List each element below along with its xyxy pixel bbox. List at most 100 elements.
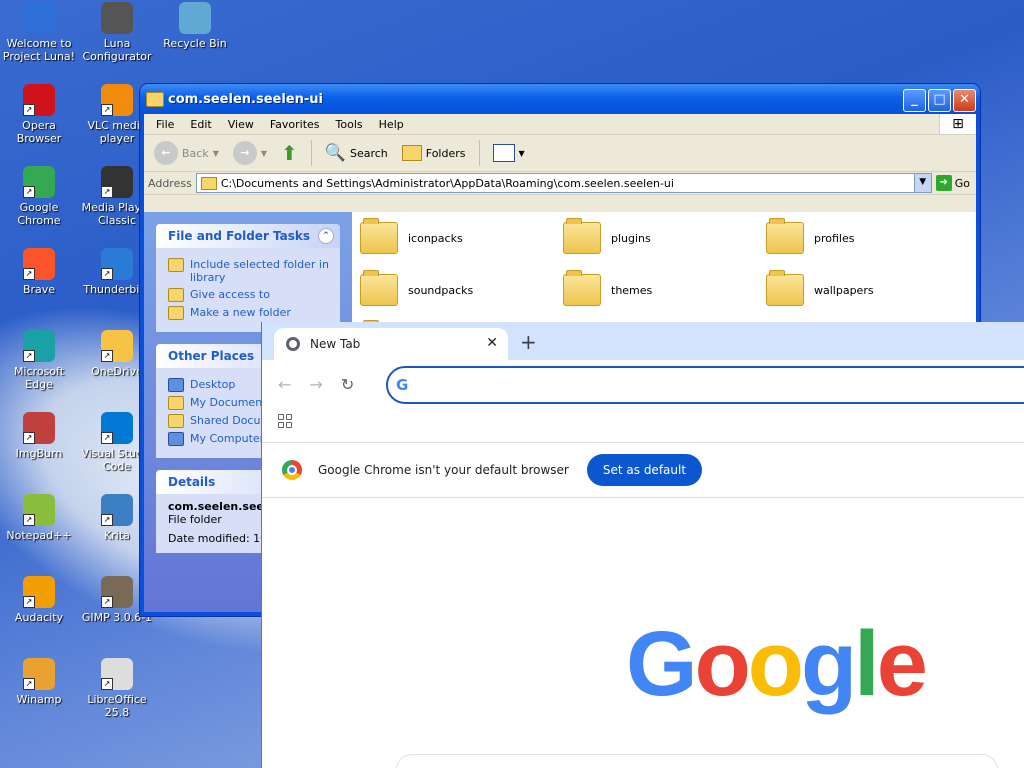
desktop-shortcut[interactable]: ↗ Winamp	[0, 658, 78, 706]
welcome-icon	[23, 2, 55, 34]
item-label: themes	[611, 283, 653, 297]
views-button[interactable]: ▼	[489, 142, 529, 164]
chevron-down-icon: ▼	[212, 148, 219, 158]
desktop-shortcut[interactable]: Luna Configurator	[78, 2, 156, 63]
forward-arrow-icon[interactable]: →	[309, 375, 322, 394]
task-give-access[interactable]: Give access to	[168, 288, 330, 302]
folder-icon	[360, 218, 398, 254]
close-button[interactable]: ✕	[953, 89, 976, 112]
go-button[interactable]: ➜ Go	[935, 175, 976, 191]
desktop-icon	[168, 378, 184, 392]
desktop-shortcut[interactable]: ↗ LibreOffice 25.8	[78, 658, 156, 719]
menu-file[interactable]: File	[148, 118, 182, 131]
omnibox[interactable]: G	[386, 366, 1024, 404]
shortcut-arrow-icon: ↗	[23, 596, 35, 608]
apps-grid-icon[interactable]	[278, 414, 292, 428]
item-label: iconpacks	[408, 231, 463, 245]
item-label: plugins	[611, 231, 651, 245]
folder-item[interactable]: plugins	[563, 218, 651, 254]
close-tab-icon[interactable]: ✕	[486, 335, 498, 351]
shortcut-arrow-icon: ↗	[101, 268, 113, 280]
folder-icon	[563, 270, 601, 306]
chevron-down-icon[interactable]: ▼	[913, 174, 931, 192]
panel-title: Other Places	[168, 349, 255, 363]
shortcut-arrow-icon: ↗	[101, 186, 113, 198]
google-logo: Google	[626, 612, 928, 717]
menu-tools[interactable]: Tools	[328, 118, 371, 131]
infobar-text: Google Chrome isn't your default browser	[318, 463, 569, 477]
folders-icon	[401, 145, 422, 161]
folder-icon	[200, 176, 217, 190]
desktop-shortcut[interactable]: ↗ Opera Browser	[0, 84, 78, 145]
desktop-shortcut[interactable]: ↗ Audacity	[0, 576, 78, 624]
folder-item[interactable]: wallpapers	[766, 270, 874, 306]
search-button[interactable]: 🔍 Search	[321, 141, 392, 165]
folder-item[interactable]: soundpacks	[360, 270, 473, 306]
back-label: Back	[182, 146, 209, 160]
up-button[interactable]: ⬆	[277, 139, 302, 167]
gimp-icon: ↗	[101, 576, 133, 608]
back-button[interactable]: ← Back ▼	[150, 139, 223, 167]
maximize-button[interactable]: □	[928, 89, 951, 112]
shortcut-arrow-icon: ↗	[23, 514, 35, 526]
luna-configurator-icon	[101, 2, 133, 34]
panel-header[interactable]: File and Folder Tasks ⌃	[156, 224, 340, 248]
desktop-shortcut-label: Winamp	[16, 693, 62, 706]
task-new-folder[interactable]: Make a new folder	[168, 306, 330, 320]
recycle-bin-icon	[179, 2, 211, 34]
desktop-shortcut[interactable]: Recycle Bin	[156, 2, 234, 50]
desktop-shortcut[interactable]: ↗ Notepad++	[0, 494, 78, 542]
menu-help[interactable]: Help	[371, 118, 412, 131]
folder-icon	[563, 218, 601, 254]
chrome-tab-icon	[286, 337, 300, 351]
task-label: Make a new folder	[190, 306, 291, 319]
shortcut-arrow-icon: ↗	[23, 432, 35, 444]
collapse-icon[interactable]: ⌃	[318, 228, 334, 244]
desktop-shortcut[interactable]: ↗ Google Chrome	[0, 166, 78, 227]
task-include-in-library[interactable]: Include selected folder in library	[168, 258, 330, 284]
documents-icon	[168, 396, 184, 410]
search-icon: 🔍	[324, 143, 346, 163]
back-arrow-icon[interactable]: ←	[278, 375, 291, 394]
desktop-shortcut-label: Google Chrome	[17, 201, 61, 227]
forward-button[interactable]: → ▼	[229, 139, 271, 167]
tab-new-tab[interactable]: New Tab ✕	[274, 328, 508, 360]
folder-item[interactable]: profiles	[766, 218, 854, 254]
place-label: Desktop	[190, 378, 236, 391]
google-g-icon: G	[396, 376, 409, 394]
new-tab-button[interactable]: +	[520, 330, 537, 354]
address-field[interactable]: C:\Documents and Settings\Administrator\…	[195, 173, 932, 193]
desktop-shortcut[interactable]: Welcome to Project Luna!	[0, 2, 78, 63]
shortcut-arrow-icon: ↗	[23, 104, 35, 116]
omnibox-input[interactable]	[416, 376, 921, 394]
menu-bar: File Edit View Favorites Tools Help ⊞	[144, 114, 976, 135]
chevron-down-icon: ▼	[260, 148, 268, 158]
toolbar-separator	[478, 140, 480, 166]
minimize-button[interactable]: _	[903, 89, 926, 112]
shortcut-arrow-icon: ↗	[101, 104, 113, 116]
search-label: Search	[349, 146, 388, 160]
desktop-shortcut-label: Welcome to Project Luna!	[2, 37, 76, 63]
folder-item[interactable]: iconpacks	[360, 218, 463, 254]
menu-edit[interactable]: Edit	[182, 118, 219, 131]
notepadpp-icon: ↗	[23, 494, 55, 526]
tab-strip: New Tab ✕ +	[262, 322, 1024, 360]
desktop-shortcut[interactable]: ↗ Microsoft Edge	[0, 330, 78, 391]
folder-item[interactable]: themes	[563, 270, 653, 306]
menu-favorites[interactable]: Favorites	[262, 118, 328, 131]
chrome-window: New Tab ✕ + ← → ↻ G Google Chrome isn't …	[262, 322, 1024, 768]
desktop-shortcut[interactable]: ↗ ImgBurn	[0, 412, 78, 460]
reload-icon[interactable]: ↻	[341, 375, 354, 394]
share-icon	[168, 288, 184, 302]
search-box[interactable]	[396, 754, 998, 768]
desktop-shortcut-label: Microsoft Edge	[13, 365, 65, 391]
forward-arrow-icon: →	[232, 141, 257, 165]
folders-button[interactable]: Folders	[398, 143, 470, 163]
explorer-titlebar[interactable]: com.seelen.seelen-ui _ □ ✕	[140, 84, 980, 114]
desktop-shortcut[interactable]: ↗ Brave	[0, 248, 78, 296]
desktop-shortcut-label: Brave	[22, 283, 56, 296]
menu-view[interactable]: View	[220, 118, 262, 131]
onedrive-icon: ↗	[101, 330, 133, 362]
set-as-default-button[interactable]: Set as default	[586, 454, 703, 486]
desktop-shortcut-label: ImgBurn	[15, 447, 63, 460]
